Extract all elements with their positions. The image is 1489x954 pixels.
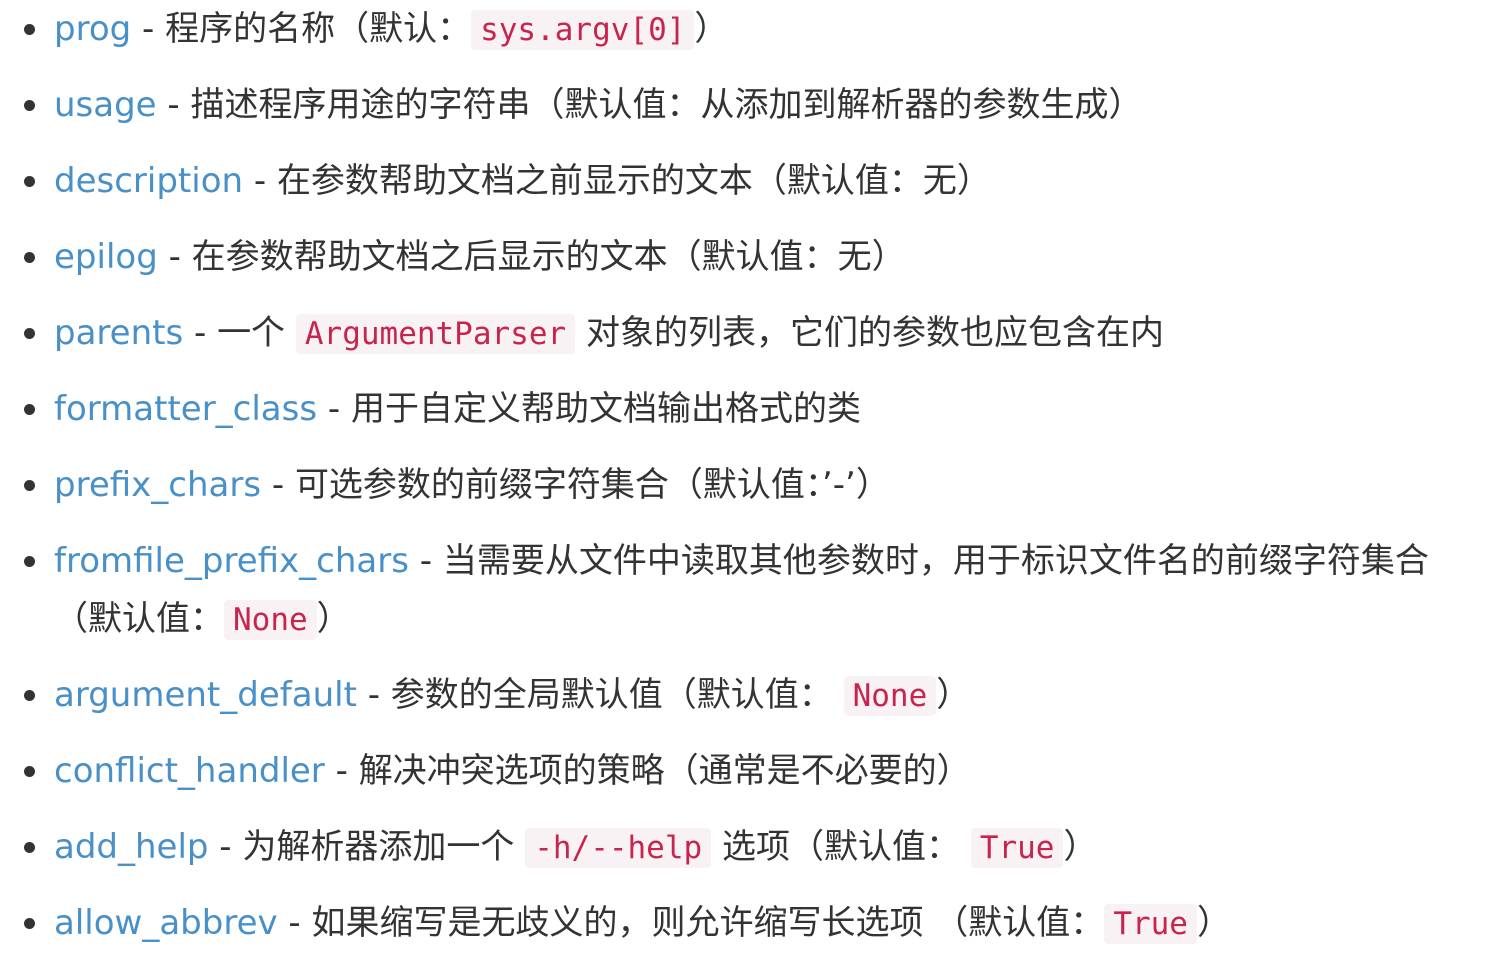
param-link-parents[interactable]: parents — [54, 313, 183, 353]
separator: - — [408, 541, 443, 581]
param-link-allow-abbrev[interactable]: allow_abbrev — [54, 903, 278, 943]
param-link-fromfile-prefix-chars[interactable]: fromfile_prefix_chars — [54, 541, 409, 581]
bullet-icon — [22, 228, 36, 286]
code-snippet: True — [1104, 904, 1197, 944]
param-description-suffix: 选项（默认值： — [711, 827, 971, 867]
param-description-suffix: ） — [694, 9, 729, 49]
param-description: 在参数帮助文档之前显示的文本（默认值：无） — [276, 161, 991, 201]
param-link-prog[interactable]: prog — [54, 9, 131, 49]
param-description: 可选参数的前缀字符集合（默认值：’-’） — [294, 465, 890, 505]
bullet-icon — [22, 304, 36, 362]
separator: - — [277, 903, 312, 943]
param-description: 一个 — [217, 313, 296, 353]
param-description: 在参数帮助文档之后显示的文本（默认值：无） — [191, 237, 906, 277]
code-snippet: sys.argv[0] — [471, 10, 695, 50]
list-item: usage - 描述程序用途的字符串（默认值：从添加到解析器的参数生成） — [0, 76, 1489, 134]
list-item: fromfile_prefix_chars - 当需要从文件中读取其他参数时，用… — [0, 532, 1489, 649]
bullet-icon — [22, 0, 36, 58]
param-link-epilog[interactable]: epilog — [54, 237, 158, 277]
param-description: 参数的全局默认值（默认值： — [390, 675, 844, 715]
separator: - — [208, 827, 243, 867]
bullet-icon — [22, 818, 36, 876]
list-item: add_help - 为解析器添加一个 -h/--help 选项（默认值： Tr… — [0, 818, 1489, 877]
bullet-icon — [22, 666, 36, 724]
list-item: argument_default - 参数的全局默认值（默认值： None） — [0, 666, 1489, 725]
bullet-icon — [22, 742, 36, 800]
separator: - — [157, 237, 192, 277]
param-description-suffix: 对象的列表，它们的参数也应包含在内 — [575, 313, 1164, 353]
param-description-suffix: ） — [316, 599, 351, 639]
separator: - — [183, 313, 218, 353]
separator: - — [156, 85, 191, 125]
code-snippet: ArgumentParser — [295, 314, 576, 354]
code-snippet: None — [224, 600, 317, 640]
param-description: 描述程序用途的字符串（默认值：从添加到解析器的参数生成） — [190, 85, 1143, 125]
list-item: parents - 一个 ArgumentParser 对象的列表，它们的参数也… — [0, 304, 1489, 363]
param-description-suffix: ） — [1196, 903, 1231, 943]
param-description: 用于自定义帮助文档输出格式的类 — [350, 389, 861, 429]
param-description: 解决冲突选项的策略（通常是不必要的） — [358, 751, 971, 791]
param-description: 为解析器添加一个 — [242, 827, 526, 867]
param-link-formatter-class[interactable]: formatter_class — [54, 389, 317, 429]
bullet-icon — [22, 380, 36, 438]
bullet-icon — [22, 76, 36, 134]
code-snippet-default: True — [970, 828, 1064, 868]
list-item: conflict_handler - 解决冲突选项的策略（通常是不必要的） — [0, 742, 1489, 800]
code-snippet: None — [843, 676, 937, 716]
separator: - — [243, 161, 277, 201]
bullet-icon — [22, 532, 36, 590]
param-link-prefix-chars[interactable]: prefix_chars — [54, 465, 261, 505]
bullet-icon — [22, 456, 36, 514]
list-item: epilog - 在参数帮助文档之后显示的文本（默认值：无） — [0, 228, 1489, 286]
separator: - — [356, 675, 391, 715]
param-description-end: ） — [1063, 827, 1098, 867]
bullet-icon — [22, 894, 36, 952]
param-link-description[interactable]: description — [54, 161, 243, 201]
param-description-suffix: ） — [936, 675, 971, 715]
separator: - — [317, 389, 351, 429]
bullet-icon — [22, 152, 36, 210]
code-snippet: -h/--help — [525, 828, 712, 868]
param-link-add-help[interactable]: add_help — [54, 827, 209, 867]
list-item: prefix_chars - 可选参数的前缀字符集合（默认值：’-’） — [0, 456, 1489, 514]
param-link-usage[interactable]: usage — [54, 85, 157, 125]
separator: - — [261, 465, 295, 505]
param-link-argument-default[interactable]: argument_default — [54, 675, 357, 715]
list-item: formatter_class - 用于自定义帮助文档输出格式的类 — [0, 380, 1489, 438]
param-description: 如果缩写是无歧义的，则允许缩写长选项 （默认值： — [311, 903, 1105, 943]
param-description: 程序的名称（默认： — [165, 9, 472, 49]
list-item: prog - 程序的名称（默认： sys.argv[0]） — [0, 0, 1489, 59]
param-link-conflict-handler[interactable]: conflict_handler — [54, 751, 325, 791]
separator: - — [324, 751, 359, 791]
list-item: description - 在参数帮助文档之前显示的文本（默认值：无） — [0, 152, 1489, 210]
separator: - — [131, 9, 166, 49]
list-item: allow_abbrev - 如果缩写是无歧义的，则允许缩写长选项 （默认值： T… — [0, 894, 1489, 953]
